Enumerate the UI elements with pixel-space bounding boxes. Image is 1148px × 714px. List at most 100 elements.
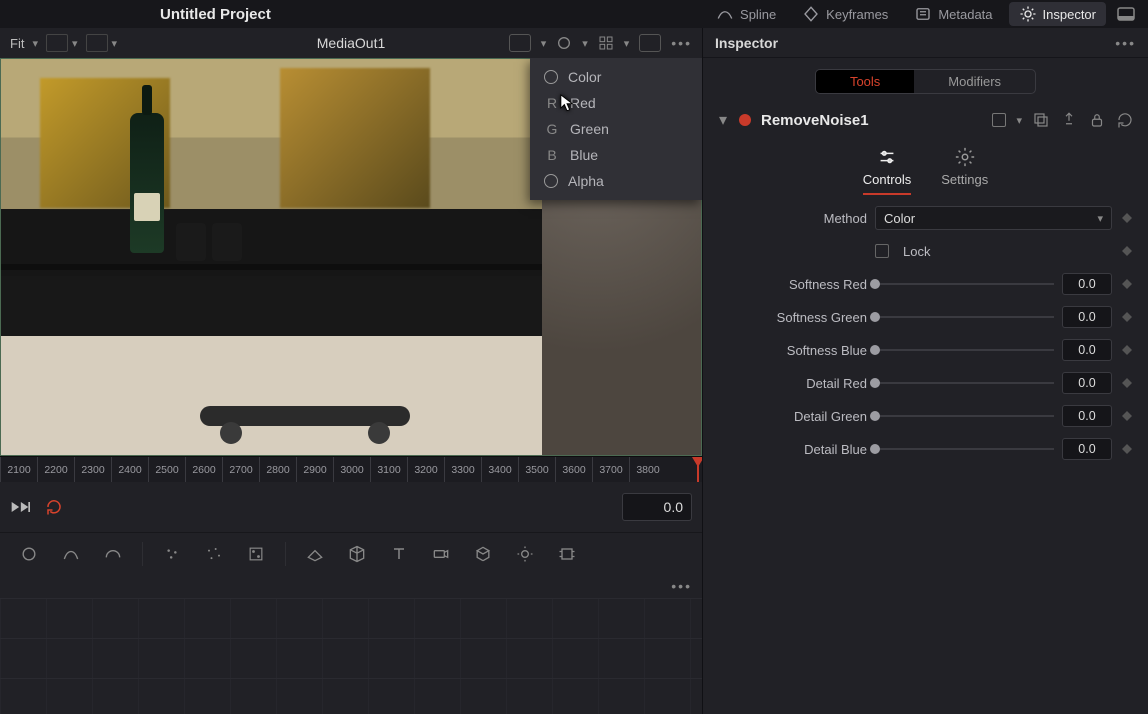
ruler-tick: 2700 xyxy=(222,457,259,482)
softness-blue-value[interactable]: 0.0 xyxy=(1062,339,1112,361)
keyframes-icon xyxy=(802,5,820,23)
ruler-tick: 3800 xyxy=(629,457,666,482)
color-picker-icon[interactable] xyxy=(556,35,572,51)
chevron-down-icon[interactable]: ▾ xyxy=(582,37,588,50)
keyframe-diamond-icon[interactable] xyxy=(1120,409,1134,423)
softness-green-value[interactable]: 0.0 xyxy=(1062,306,1112,328)
softness-red-slider[interactable] xyxy=(875,283,1054,285)
zoom-chevron-icon[interactable]: ▾ xyxy=(32,37,38,50)
metadata-tab[interactable]: Metadata xyxy=(904,2,1002,26)
playhead[interactable] xyxy=(697,457,699,482)
chevron-down-icon[interactable]: ▾ xyxy=(541,37,547,50)
view-b-button[interactable] xyxy=(86,34,108,52)
ruler-tick: 3100 xyxy=(370,457,407,482)
viewer-node-name: MediaOut1 xyxy=(317,35,385,51)
detail-green-slider[interactable] xyxy=(875,415,1054,417)
ruler-tick: 3400 xyxy=(481,457,518,482)
select-tool[interactable] xyxy=(12,537,46,571)
subtab-controls[interactable]: Controls xyxy=(863,146,911,195)
roi-button[interactable] xyxy=(639,34,661,52)
keyframe-diamond-icon[interactable] xyxy=(1120,343,1134,357)
softness-red-value[interactable]: 0.0 xyxy=(1062,273,1112,295)
detail-red-value[interactable]: 0.0 xyxy=(1062,372,1112,394)
keyframe-diamond-icon[interactable] xyxy=(1120,376,1134,390)
lock-icon[interactable] xyxy=(1088,111,1106,129)
ruler-tick: 3200 xyxy=(407,457,444,482)
particles-3[interactable] xyxy=(239,537,273,571)
channel-menu-alpha[interactable]: Alpha xyxy=(530,168,702,194)
go-to-end-icon[interactable] xyxy=(10,499,30,515)
method-select[interactable]: Color ▾ xyxy=(875,206,1112,230)
titlebar: Untitled Project Spline Keyframes Metada… xyxy=(0,0,1148,28)
zoom-fit[interactable]: Fit xyxy=(10,36,24,51)
collapse-chevron-icon[interactable]: ▾ xyxy=(717,110,729,130)
box-tool[interactable] xyxy=(466,537,500,571)
detail-blue-slider[interactable] xyxy=(875,448,1054,450)
render-tool[interactable] xyxy=(550,537,584,571)
tab-tools[interactable]: Tools xyxy=(816,70,914,93)
channel-menu-red[interactable]: R Red xyxy=(530,90,702,116)
keyframe-diamond-icon[interactable] xyxy=(1120,244,1134,258)
spline-icon xyxy=(716,5,734,23)
particles-2[interactable] xyxy=(197,537,231,571)
time-ruler[interactable]: 2100 2200 2300 2400 2500 2600 2700 2800 … xyxy=(0,456,702,482)
windows-icon[interactable] xyxy=(1032,111,1050,129)
keyframe-diamond-icon[interactable] xyxy=(1120,442,1134,456)
inspector-options-icon[interactable]: ••• xyxy=(1115,35,1136,51)
tab-modifiers[interactable]: Modifiers xyxy=(914,70,1035,93)
chevron-down-icon[interactable]: ▾ xyxy=(1016,114,1022,127)
slider-row: Softness Red 0.0 xyxy=(717,271,1134,297)
slider-row: Softness Blue 0.0 xyxy=(717,337,1134,363)
slider-row: Softness Green 0.0 xyxy=(717,304,1134,330)
chevron-down-icon[interactable]: ▾ xyxy=(112,37,118,50)
subview-button[interactable] xyxy=(509,34,531,52)
viewer-canvas[interactable]: Color R Red G Green B Blue xyxy=(0,58,702,456)
chevron-down-icon[interactable]: ▾ xyxy=(624,37,630,50)
pin-icon[interactable] xyxy=(1060,111,1078,129)
view-a-button[interactable] xyxy=(46,34,68,52)
keyframes-tab[interactable]: Keyframes xyxy=(792,2,898,26)
channel-menu-color[interactable]: Color xyxy=(530,64,702,90)
light-tool[interactable] xyxy=(508,537,542,571)
curve-tool[interactable] xyxy=(54,537,88,571)
reset-icon[interactable] xyxy=(1116,111,1134,129)
ruler-tick: 3000 xyxy=(333,457,370,482)
detail-blue-value[interactable]: 0.0 xyxy=(1062,438,1112,460)
grid-icon[interactable] xyxy=(598,35,614,51)
spline-tab[interactable]: Spline xyxy=(706,2,786,26)
channel-menu-blue[interactable]: B Blue xyxy=(530,142,702,168)
keyframe-diamond-icon[interactable] xyxy=(1120,211,1134,225)
softness-blue-slider[interactable] xyxy=(875,349,1054,351)
alpha-circle-icon xyxy=(544,174,558,188)
lock-checkbox[interactable] xyxy=(875,244,889,258)
text-tool[interactable] xyxy=(382,537,416,571)
particles-1[interactable] xyxy=(155,537,189,571)
subtab-settings[interactable]: Settings xyxy=(941,146,988,195)
flow-options-icon[interactable]: ••• xyxy=(671,578,692,594)
arc-tool[interactable] xyxy=(96,537,130,571)
time-display[interactable]: 0.0 xyxy=(622,493,692,521)
camera-tool[interactable] xyxy=(424,537,458,571)
viewer-toolbar: Fit ▾ ▾ ▾ MediaOut1 ▾ ▾ ▾ ••• xyxy=(0,28,702,58)
flow-canvas[interactable] xyxy=(0,598,702,714)
inspector-panel: Inspector ••• Tools Modifiers ▾ RemoveNo… xyxy=(702,28,1148,714)
layout-toggle[interactable] xyxy=(1112,3,1140,25)
chevron-down-icon[interactable]: ▾ xyxy=(72,37,78,50)
more-options-icon[interactable]: ••• xyxy=(671,35,692,51)
keyframe-diamond-icon[interactable] xyxy=(1120,277,1134,291)
ruler-tick: 2200 xyxy=(37,457,74,482)
project-title: Untitled Project xyxy=(160,6,271,23)
inspector-tab[interactable]: Inspector xyxy=(1009,2,1106,26)
keyframe-diamond-icon[interactable] xyxy=(1120,310,1134,324)
channel-menu-green[interactable]: G Green xyxy=(530,116,702,142)
detail-green-value[interactable]: 0.0 xyxy=(1062,405,1112,427)
channel-dropdown: Color R Red G Green B Blue xyxy=(530,58,702,200)
loop-icon[interactable] xyxy=(44,498,64,516)
method-label: Method xyxy=(717,211,867,226)
plane-tool[interactable] xyxy=(298,537,332,571)
ruler-tick: 2900 xyxy=(296,457,333,482)
detail-red-slider[interactable] xyxy=(875,382,1054,384)
softness-green-slider[interactable] xyxy=(875,316,1054,318)
version-icon[interactable] xyxy=(992,113,1006,127)
cube-tool[interactable] xyxy=(340,537,374,571)
